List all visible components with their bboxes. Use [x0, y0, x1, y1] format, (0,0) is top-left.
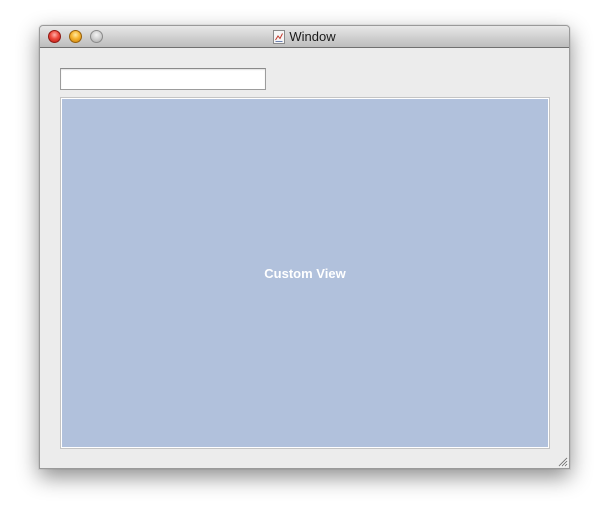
document-icon [273, 29, 286, 44]
custom-view: Custom View [60, 97, 550, 449]
title-bar[interactable]: Window [40, 26, 569, 48]
text-input[interactable] [60, 68, 266, 90]
resize-grip-icon[interactable] [556, 455, 568, 467]
title-group: Window [40, 26, 569, 47]
custom-view-label: Custom View [264, 265, 346, 281]
window-title: Window [289, 29, 336, 44]
main-window: Window Custom View [39, 25, 570, 469]
